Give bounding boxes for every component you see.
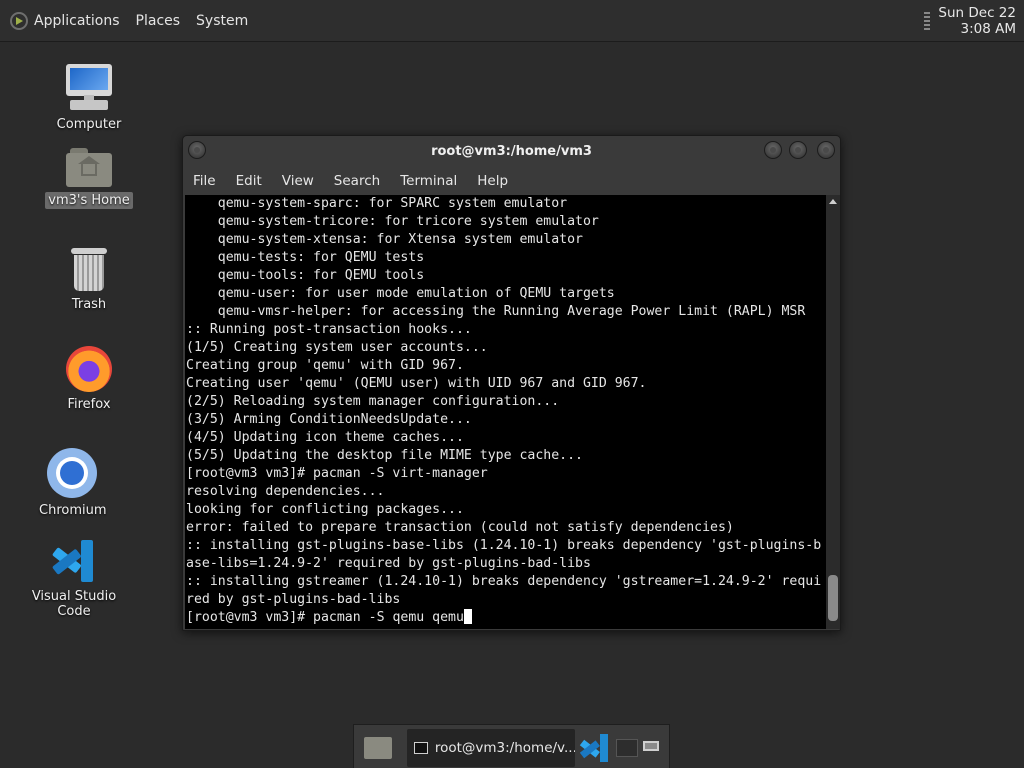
terminal-line: qemu-user: for user mode emulation of QE…	[186, 286, 615, 301]
terminal-prompt: [root@vm3 vm3]#	[186, 610, 314, 625]
menu-file[interactable]: File	[193, 173, 216, 189]
terminal-text: qemu-system-sparc: for SPARC system emul…	[186, 195, 821, 627]
menu-edit[interactable]: Edit	[236, 173, 262, 189]
terminal-line: (1/5) Creating system user accounts...	[186, 340, 488, 355]
desktop-icon-vscode[interactable]: Visual Studio Code	[14, 538, 134, 620]
terminal-line: resolving dependencies...	[186, 484, 385, 499]
taskbar-task-terminal[interactable]: root@vm3:/home/v...	[407, 729, 575, 767]
desktop-icon-firefox[interactable]: Firefox	[56, 346, 122, 413]
close-button[interactable]	[817, 141, 835, 159]
terminal-line: :: installing gstreamer (1.24.10-1) brea…	[186, 574, 822, 589]
terminal-output[interactable]: qemu-system-sparc: for SPARC system emul…	[185, 195, 826, 629]
terminal-window[interactable]: root@vm3:/home/vm3 File Edit View Search…	[182, 135, 841, 631]
chromium-icon	[47, 448, 97, 498]
vscode-icon	[51, 538, 97, 584]
terminal-menubar: File Edit View Search Terminal Help	[183, 168, 840, 194]
terminal-line: qemu-tests: for QEMU tests	[186, 250, 425, 265]
window-titlebar[interactable]: root@vm3:/home/vm3	[183, 136, 840, 168]
terminal-line: qemu-system-sparc: for SPARC system emul…	[186, 196, 568, 211]
desktop-icon-label: Visual Studio Code	[31, 589, 117, 619]
menu-applications[interactable]: Applications	[34, 13, 120, 29]
terminal-line: qemu-tools: for QEMU tools	[186, 268, 425, 283]
firefox-icon	[66, 346, 112, 392]
vscode-launcher-icon[interactable]	[579, 733, 610, 763]
terminal-input[interactable]: pacman -S qemu qemu	[313, 610, 464, 625]
menu-system[interactable]: System	[196, 13, 248, 29]
desktop-icon-trash[interactable]: Trash	[58, 248, 120, 313]
minimize-button[interactable]	[764, 141, 782, 159]
terminal-line: red by gst-plugins-bad-libs	[186, 592, 401, 607]
desktop-icon-label: Firefox	[67, 397, 111, 412]
terminal-line: Creating group 'qemu' with GID 967.	[186, 358, 464, 373]
bottom-taskbar: root@vm3:/home/v...	[353, 724, 670, 768]
home-folder-icon	[66, 148, 112, 188]
terminal-line: looking for conflicting packages...	[186, 502, 464, 517]
desktop-icon-home[interactable]: vm3's Home	[44, 148, 134, 209]
terminal-line: qemu-vmsr-helper: for accessing the Runn…	[186, 304, 806, 319]
terminal-line: Creating user 'qemu' (QEMU user) with UI…	[186, 376, 647, 391]
window-title: root@vm3:/home/vm3	[431, 144, 592, 159]
clock[interactable]: Sun Dec 22 3:08 AM	[938, 5, 1016, 37]
terminal-line: qemu-system-tricore: for tricore system …	[186, 214, 599, 229]
scrollbar-thumb[interactable]	[828, 575, 838, 621]
show-desktop-icon[interactable]	[643, 741, 659, 751]
menu-view[interactable]: View	[282, 173, 314, 189]
desktop-icon-label: Trash	[71, 297, 107, 312]
maximize-button[interactable]	[789, 141, 807, 159]
menu-help[interactable]: Help	[477, 173, 508, 189]
terminal-line: ase-libs=1.24.9-2' required by gst-plugi…	[186, 556, 591, 571]
top-panel: Applications Places System Sun Dec 22 3:…	[0, 0, 1024, 42]
desktop-icon-label: Chromium	[39, 503, 107, 518]
terminal-scrollbar[interactable]	[826, 195, 840, 629]
distro-logo-icon[interactable]	[10, 11, 28, 30]
clock-time: 3:08 AM	[960, 20, 1017, 37]
terminal-line: [root@vm3 vm3]# pacman -S virt-manager	[186, 466, 488, 481]
terminal-line: (2/5) Reloading system manager configura…	[186, 394, 560, 409]
file-manager-launcher-icon[interactable]	[364, 737, 392, 759]
workspace-switcher[interactable]	[616, 739, 638, 757]
terminal-icon	[414, 742, 428, 754]
menu-terminal[interactable]: Terminal	[400, 173, 457, 189]
scroll-up-arrow-icon[interactable]	[829, 199, 837, 204]
terminal-line: :: Running post-transaction hooks...	[186, 322, 472, 337]
desktop-icon-computer[interactable]: Computer	[50, 64, 128, 133]
taskbar-task-label: root@vm3:/home/v...	[434, 740, 575, 756]
menu-places[interactable]: Places	[136, 13, 181, 29]
terminal-line: :: installing gst-plugins-base-libs (1.2…	[186, 538, 822, 553]
desktop-icon-chromium[interactable]: Chromium	[36, 448, 108, 519]
computer-icon	[64, 64, 114, 112]
clock-date: Sun Dec 22	[938, 4, 1016, 21]
trash-icon	[71, 248, 107, 292]
terminal-line: qemu-system-xtensa: for Xtensa system em…	[186, 232, 583, 247]
terminal-line: (5/5) Updating the desktop file MIME typ…	[186, 448, 583, 463]
desktop-icon-label: Computer	[56, 117, 122, 132]
terminal-line: error: failed to prepare transaction (co…	[186, 520, 734, 535]
terminal-line: (3/5) Arming ConditionNeedsUpdate...	[186, 412, 472, 427]
terminal-cursor	[463, 609, 472, 624]
terminal-line: (4/5) Updating icon theme caches...	[186, 430, 464, 445]
menu-search[interactable]: Search	[334, 173, 380, 189]
panel-grip-icon[interactable]	[924, 11, 931, 30]
desktop-icon-label: vm3's Home	[45, 192, 133, 209]
